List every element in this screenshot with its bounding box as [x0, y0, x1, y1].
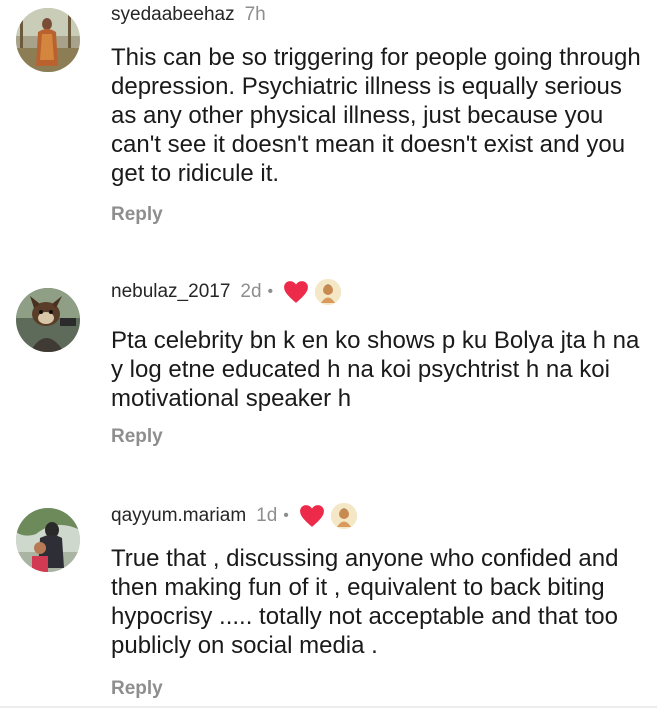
creator-avatar-icon	[315, 279, 342, 305]
username[interactable]: syedaabeehaz	[111, 4, 235, 26]
avatar-image	[16, 288, 80, 352]
comment-item: qayyum.mariam 1d • True that , discussin…	[0, 496, 657, 710]
username[interactable]: nebulaz_2017	[111, 281, 230, 303]
separator-dot: •	[267, 283, 274, 300]
bottom-divider	[0, 706, 657, 708]
username[interactable]: qayyum.mariam	[111, 505, 246, 527]
comment-text: This can be so triggering for people goi…	[111, 44, 641, 187]
avatar-image	[16, 508, 80, 572]
heart-icon	[299, 504, 325, 528]
comment-text: Pta celebrity bn k en ko shows p ku Boly…	[111, 327, 640, 412]
comment-meta: syedaabeehaz 7h	[111, 0, 266, 30]
separator-dot: •	[283, 507, 289, 524]
user-avatar[interactable]	[16, 508, 80, 572]
timestamp: 2d	[240, 281, 262, 302]
heart-icon	[283, 280, 309, 304]
comment-meta: qayyum.mariam 1d •	[111, 501, 357, 531]
reply-button[interactable]: Reply	[111, 678, 163, 700]
timestamp: 7h	[244, 4, 266, 25]
avatar-image	[16, 8, 80, 72]
comment-item: syedaabeehaz 7h This can be so triggerin…	[0, 0, 657, 240]
comment-meta: nebulaz_2017 2d •	[111, 277, 342, 307]
comment-item: nebulaz_2017 2d • Pta celebrity bn k en …	[0, 272, 657, 472]
comment-text: True that , discussing anyone who confid…	[111, 545, 619, 659]
reply-button[interactable]: Reply	[111, 426, 163, 448]
user-avatar[interactable]	[16, 288, 80, 352]
timestamp: 1d	[256, 505, 278, 526]
reply-button[interactable]: Reply	[111, 204, 163, 226]
user-avatar[interactable]	[16, 8, 80, 72]
creator-avatar-icon	[330, 503, 357, 529]
